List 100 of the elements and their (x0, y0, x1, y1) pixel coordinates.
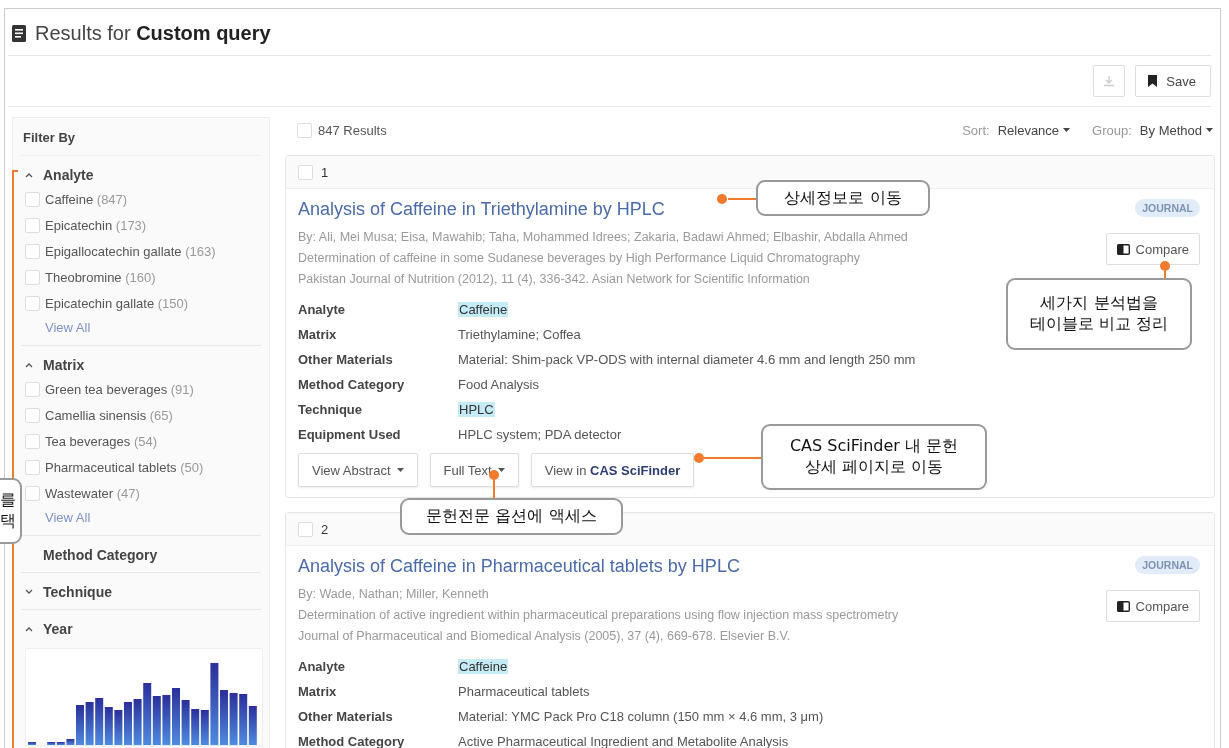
checkbox[interactable] (25, 433, 40, 449)
result-authors: By: Ali, Mei Musa; Eisa, Mawahib; Taha, Mohammed Idrees; Zakaria, Badawi Ahmed; Elbashir, Abdalla Ahmed (298, 229, 909, 246)
filter-option[interactable]: Caffeine (847) (45, 191, 128, 207)
result-number: 2 (321, 521, 329, 537)
result-description: Determination of active ingredient within pharmaceutical preparations using flow injection mass spectrometry (298, 607, 900, 624)
checkbox[interactable] (298, 164, 313, 180)
callout-note: CAS SciFinder 내 문헌 상세 페이지로 이동 (761, 424, 987, 490)
field-value: Triethylamine; Coffea (458, 327, 581, 342)
checkbox[interactable] (25, 485, 40, 501)
leader-line (728, 198, 756, 200)
compare-button[interactable]: Compare (1105, 233, 1200, 265)
checkbox[interactable] (25, 407, 40, 423)
histogram-bar (191, 709, 200, 745)
checkbox[interactable] (297, 122, 312, 138)
result-title-link[interactable]: Analysis of Caffeine in Pharmaceutical tablets by HPLC (298, 556, 1080, 577)
caret-icon (1206, 128, 1213, 132)
result-authors: By: Wade, Nathan; Miller, Kenneth (298, 586, 490, 603)
checkbox[interactable] (25, 191, 40, 207)
field-label: Other Materials (298, 351, 394, 369)
result-source: Pakistan Journal of Nutrition (2012), 11 (4), 336-342. Asian Network for Scientific Information (298, 271, 811, 288)
histogram-bar (162, 695, 171, 745)
histogram-bar (152, 696, 161, 745)
histogram-bar (104, 707, 113, 745)
histogram-bar (239, 694, 248, 745)
histogram-bar (114, 710, 123, 745)
checkbox[interactable] (25, 295, 40, 311)
filter-section-header[interactable]: Analyte (21, 164, 261, 186)
field-value: HPLC system; PDA detector (458, 427, 622, 442)
leader-dot (1160, 261, 1170, 271)
filter-option[interactable]: Tea beverages (54) (45, 433, 158, 449)
filter-option[interactable]: Theobromine (160) (45, 269, 156, 285)
field-label: Matrix (298, 683, 338, 701)
filter-option[interactable]: Epicatechin gallate (150) (45, 295, 189, 311)
field-value: Pharmaceutical tablets (458, 684, 590, 699)
field-label: Equipment Used (298, 426, 402, 444)
checkbox[interactable] (25, 217, 40, 233)
download-icon (1103, 75, 1116, 87)
leader-dot (717, 194, 727, 204)
field-value: Material: YMC Pack Pro C18 column (150 mm × 4.6 mm, 3 μm) (458, 709, 824, 724)
checkbox[interactable] (25, 243, 40, 259)
action-button[interactable]: View in CAS SciFinder (530, 453, 695, 487)
bookmark-icon (1148, 75, 1158, 87)
checkbox[interactable] (298, 521, 313, 537)
compare-button[interactable]: Compare (1105, 590, 1200, 622)
callout-note: 를 택 (0, 478, 22, 544)
action-button[interactable]: View Abstract (298, 453, 418, 487)
compare-icon (1116, 243, 1130, 255)
callout-note: 세가지 분석법을 테이블로 비교 정리 (1006, 278, 1192, 350)
field-label: Method Category (298, 733, 406, 748)
leader-dot (694, 453, 704, 463)
field-label: Method Category (298, 376, 406, 394)
checkbox[interactable] (25, 381, 40, 397)
caret-icon (1063, 128, 1071, 132)
field-label: Analyte (298, 301, 346, 319)
filter-section-header[interactable]: Method Category (21, 544, 261, 566)
field-value: Active Pharmaceutical Ingredient and Metabolite Analysis (458, 734, 789, 748)
histogram-bar (248, 706, 257, 745)
result-source: Journal of Pharmaceutical and Biomedical Analysis (2005), 37 (4), 669-678. Elsevier B.V. (298, 628, 792, 645)
histogram-bar (229, 693, 238, 745)
field-value: Caffeine (458, 302, 509, 317)
sort-dropdown[interactable]: Relevance (995, 122, 1073, 138)
field-value: Food Analysis (458, 377, 539, 392)
filter-section-header[interactable]: Year (21, 618, 261, 640)
field-label: Analyte (298, 658, 346, 676)
results-count: 847 Results (318, 122, 387, 138)
callout-note: 상세정보로 이동 (756, 180, 930, 216)
leader-line (704, 457, 761, 459)
checkbox[interactable] (25, 269, 40, 285)
result-number: 1 (321, 164, 329, 180)
filter-heading: Filter By (23, 130, 75, 145)
histogram-bar (181, 700, 190, 745)
compare-icon (1116, 600, 1130, 612)
field-label: Matrix (298, 326, 338, 344)
page-title: Results for Custom query (35, 21, 271, 45)
filter-option[interactable]: Wastewater (47) (45, 485, 140, 501)
filter-option[interactable]: Green tea beverages (91) (45, 381, 194, 397)
histogram-bar (133, 699, 142, 745)
filter-option[interactable]: Pharmaceutical tablets (50) (45, 459, 204, 475)
field-value: Material: Shim-pack VP-ODS with internal diameter 4.6 mm and length 250 mm (458, 352, 916, 367)
callout-note: 문헌전문 옵션에 액세스 (400, 498, 623, 535)
field-value: Caffeine (458, 659, 509, 674)
save-button[interactable]: Save (1135, 65, 1211, 97)
filter-section-header[interactable]: Technique (21, 581, 261, 603)
group-dropdown[interactable]: By Method (1137, 122, 1215, 138)
histogram-bar (143, 683, 152, 745)
filter-option[interactable]: Epigallocatechin gallate (163) (45, 243, 216, 259)
filter-option[interactable]: Camellia sinensis (65) (45, 407, 173, 423)
histogram-bar (95, 698, 104, 745)
filter-option[interactable]: Epicatechin (173) (45, 217, 147, 233)
sort-label: Sort: (962, 122, 990, 138)
leader-line (493, 478, 495, 498)
filter-section-header[interactable]: Matrix (21, 354, 261, 376)
action-button[interactable]: Full Text (429, 453, 519, 487)
field-label: Other Materials (298, 708, 394, 726)
document-icon (12, 24, 26, 42)
result-description: Determination of caffeine in some Sudanese beverages by High Performance Liquid Chromatography (298, 250, 861, 267)
histogram-bar (28, 742, 36, 745)
journal-badge: JOURNAL (1135, 556, 1200, 574)
group-label: Group: (1092, 122, 1132, 138)
checkbox[interactable] (25, 459, 40, 475)
